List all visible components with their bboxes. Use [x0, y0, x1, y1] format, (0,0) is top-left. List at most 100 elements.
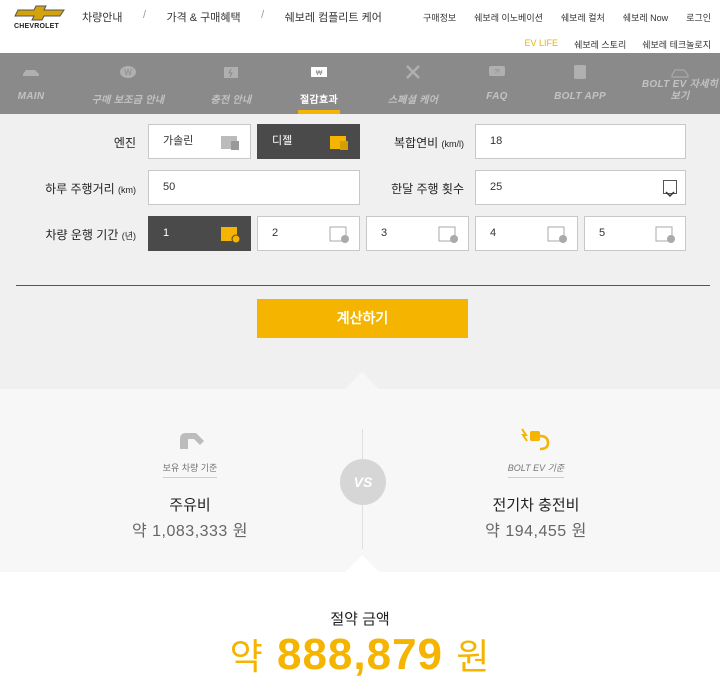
fuel-efficiency-text: 복합연비 — [393, 136, 439, 150]
calendar-icon — [438, 226, 458, 243]
tab-faq[interactable]: ?! FAQ — [472, 53, 522, 114]
tab-main[interactable]: MAIN — [0, 53, 62, 114]
savings-prefix: 약 — [229, 636, 264, 677]
fuel-cost-title: 주유비 — [169, 497, 211, 514]
fuel-can-icon — [330, 136, 348, 150]
chevrolet-logo[interactable]: CHEVROLET — [14, 5, 70, 31]
fuel-efficiency-label: 복합연비 (km/l) — [370, 134, 464, 151]
nav-complete-care[interactable]: 쉐보레 컴플리트 케어 — [285, 9, 382, 25]
util-innovation[interactable]: 쉐보레 이노베이션 — [474, 11, 543, 24]
select-value: 25 — [490, 181, 503, 193]
fuel-nozzle-icon — [180, 433, 204, 449]
form-divider — [16, 285, 710, 286]
cost-comparison: 보유 차량 기준 주유비 약 1,083,333 원 VS BOLT EV 기준… — [0, 372, 720, 572]
calendar-icon — [329, 226, 349, 243]
daily-distance-unit: (km) — [118, 185, 136, 195]
savings-result: 절약 금액 약 888,879 원 — [0, 555, 720, 694]
period-option-2[interactable]: 2 — [257, 216, 360, 251]
tab-savings[interactable]: ₩ 절감효과 — [284, 53, 354, 114]
util-now[interactable]: 쉐보레 Now — [623, 11, 668, 24]
period-option-label: 3 — [381, 227, 388, 239]
calendar-icon — [655, 226, 675, 243]
nav-vehicle-info[interactable]: 차량안내 — [82, 9, 122, 25]
tab-label: 구매 보조금 안내 — [91, 95, 165, 106]
charging-cost-amount: 약 194,455 원 — [485, 523, 587, 540]
period-option-5[interactable]: 5 — [584, 216, 686, 251]
calculate-button[interactable]: 계산하기 — [257, 299, 468, 338]
engine-option-gasoline[interactable]: 가솔린 — [148, 124, 251, 159]
sub-nav: EV LIFE 쉐보레 스토리 쉐보레 테크놀로지 — [525, 38, 711, 51]
faq-icon: ?! — [489, 66, 505, 76]
calendar-icon — [547, 226, 567, 243]
subnav-ev-life[interactable]: EV LIFE — [525, 38, 559, 51]
svg-text:₩: ₩ — [316, 70, 323, 77]
util-culture[interactable]: 쉐보레 컬처 — [561, 11, 605, 24]
tab-special-care[interactable]: 스페셜 케어 — [378, 53, 448, 114]
monthly-count-label: 한달 주행 횟수 — [391, 182, 464, 196]
bolt-ev-cost: BOLT EV 기준 전기차 충전비 약 194,455 원 — [426, 425, 646, 541]
main-nav: 차량안내 / 가격 & 구매혜택 / 쉐보레 컴플리트 케어 — [82, 9, 382, 25]
charging-cost-title: 전기차 충전비 — [492, 497, 580, 514]
car-icon — [23, 70, 39, 76]
tab-label: 스페셜 케어 — [387, 95, 439, 106]
period-label: 차량 운행 기간 (년) — [30, 226, 136, 243]
charger-icon — [224, 67, 238, 78]
input-value: 18 — [490, 135, 503, 147]
savings-icon: ₩ — [311, 67, 327, 77]
charging-plug-icon — [521, 428, 550, 451]
period-text: 차량 운행 기간 — [45, 228, 119, 242]
tab-label: BOLT EV 자세히 보기 — [641, 79, 719, 102]
daily-distance-label: 하루 주행거리 (km) — [30, 180, 136, 197]
tab-label: 충전 안내 — [210, 95, 252, 106]
nav-price-benefits[interactable]: 가격 & 구매혜택 — [166, 9, 240, 25]
engine-option-diesel[interactable]: 디젤 — [257, 124, 360, 159]
daily-distance-text: 하루 주행거리 — [45, 182, 115, 196]
tab-bar: MAIN W 구매 보조금 안내 충전 안내 ₩ 절감효과 스페셜 케어 ?! … — [0, 53, 720, 114]
input-value: 50 — [163, 181, 176, 193]
period-option-label: 5 — [599, 227, 606, 239]
tab-label: FAQ — [486, 91, 508, 102]
vs-badge: VS — [340, 459, 386, 505]
fuel-cost-amount: 약 1,083,333 원 — [131, 523, 248, 540]
nav-separator: / — [142, 9, 147, 21]
fuel-can-icon — [221, 136, 239, 150]
daily-distance-input[interactable]: 50 — [148, 170, 360, 205]
tab-bolt-ev-detail[interactable]: BOLT EV 자세히 보기 — [640, 53, 720, 114]
engine-option-label: 디젤 — [272, 135, 293, 147]
savings-value: 888,879 — [276, 630, 444, 679]
tab-bolt-app[interactable]: BOLT APP — [546, 53, 614, 114]
period-option-label: 2 — [272, 227, 279, 239]
current-vehicle-cost: 보유 차량 기준 주유비 약 1,083,333 원 — [80, 425, 300, 541]
util-purchase-info[interactable]: 구매정보 — [423, 11, 456, 24]
engine-option-label: 가솔린 — [163, 135, 194, 147]
monthly-count-select[interactable]: 25 — [475, 170, 686, 205]
coin-icon: W — [120, 66, 136, 78]
chevron-down-icon — [663, 180, 677, 198]
period-option-label: 1 — [163, 227, 170, 239]
svg-text:W: W — [124, 68, 132, 77]
tab-label: 절감효과 — [300, 95, 338, 106]
period-option-label: 4 — [490, 227, 497, 239]
fuel-efficiency-unit: (km/l) — [441, 139, 465, 149]
savings-suffix: 원 — [456, 636, 491, 677]
period-unit: (년) — [121, 231, 136, 241]
fuel-efficiency-input[interactable]: 18 — [475, 124, 686, 159]
top-header: CHEVROLET 차량안내 / 가격 & 구매혜택 / 쉐보레 컴플리트 케어… — [0, 0, 720, 53]
tab-label: MAIN — [17, 91, 45, 102]
tab-subsidy[interactable]: W 구매 보조금 안내 — [82, 53, 174, 114]
period-option-4[interactable]: 4 — [475, 216, 578, 251]
savings-amount: 약 888,879 원 — [0, 628, 720, 680]
svg-text:?!: ?! — [494, 69, 500, 76]
tab-charging[interactable]: 충전 안내 — [196, 53, 266, 114]
savings-title: 절약 금액 — [330, 611, 390, 628]
period-option-1[interactable]: 1 — [148, 216, 251, 251]
utility-nav: 구매정보 쉐보레 이노베이션 쉐보레 컬처 쉐보레 Now 로그인 — [423, 11, 711, 24]
bowtie-icon — [14, 5, 65, 21]
subnav-technology[interactable]: 쉐보레 테크놀로지 — [642, 38, 711, 51]
tab-label: BOLT APP — [554, 91, 606, 102]
bolt-ev-tag: BOLT EV 기준 — [507, 461, 565, 478]
subnav-story[interactable]: 쉐보레 스토리 — [574, 38, 626, 51]
util-login[interactable]: 로그인 — [686, 11, 711, 24]
period-option-3[interactable]: 3 — [366, 216, 469, 251]
brand-wordmark: CHEVROLET — [14, 23, 59, 30]
